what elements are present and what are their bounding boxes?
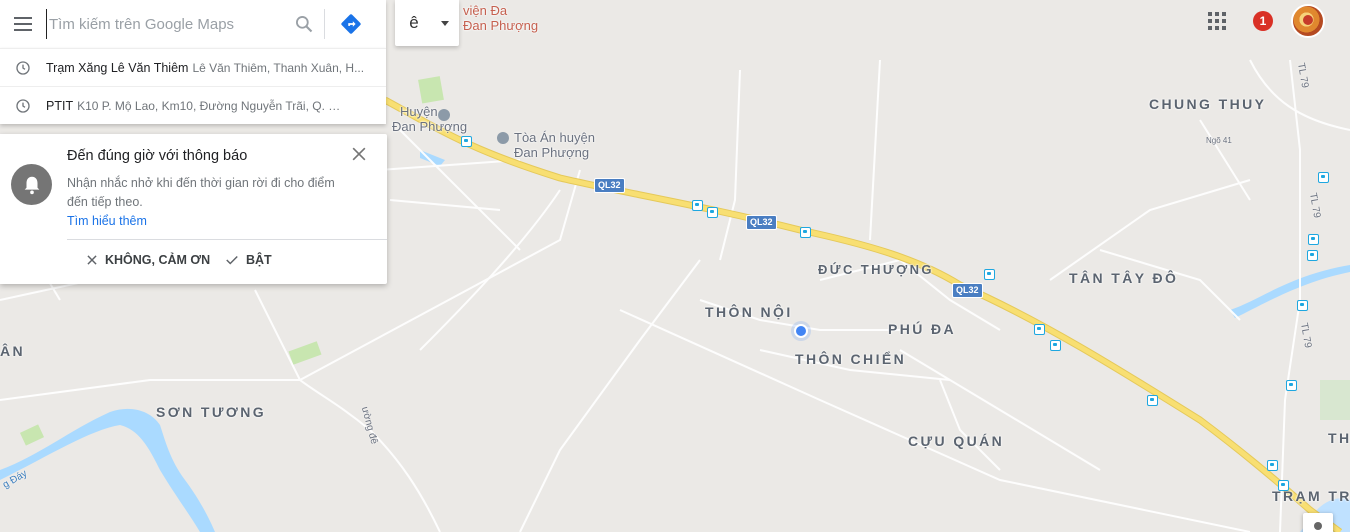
enable-button[interactable]: BẬT <box>224 253 272 267</box>
directions-button[interactable] <box>325 0 377 48</box>
road-shield-ql32: QL32 <box>746 215 777 230</box>
suggestion-sub-text: K10 P. Mộ Lao, Km10, Đường Nguyễn Trãi, … <box>77 98 348 113</box>
hamburger-icon <box>14 17 32 31</box>
apps-grid-icon[interactable] <box>1208 12 1226 30</box>
search-button[interactable] <box>284 0 324 48</box>
my-location-button[interactable] <box>1303 513 1333 532</box>
dismiss-button[interactable]: KHÔNG, CẢM ƠN <box>85 253 210 267</box>
directions-icon <box>341 14 361 34</box>
enable-label: BẬT <box>246 253 272 267</box>
poi-label-toa-an[interactable]: Tòa Án huyện Đan Phượng <box>514 130 595 160</box>
suggestion-main-text: Trạm Xăng Lê Văn Thiêm <box>46 60 189 75</box>
poi-label-thu-vien[interactable]: viện Đa Đan Phượng <box>463 3 538 33</box>
input-tools-label: ê <box>409 13 419 32</box>
area-label-edge-an: ÂN <box>0 343 26 359</box>
notification-divider <box>67 239 387 240</box>
menu-button[interactable] <box>0 0 46 48</box>
suggestion-sub-text: Lê Văn Thiêm, Thanh Xuân, H... <box>192 60 365 75</box>
area-label-cuu-quan: CỰU QUÁN <box>908 433 1005 449</box>
poi-toa-an-line2: Đan Phượng <box>514 145 590 160</box>
bus-stop-icon[interactable] <box>800 227 811 238</box>
search-suggestions: Trạm Xăng Lê Văn Thiêm Lê Văn Thiêm, Tha… <box>0 48 386 124</box>
bus-stop-icon[interactable] <box>1267 460 1278 471</box>
area-label-chung-thuy: CHUNG THUY <box>1149 96 1267 112</box>
bus-stop-icon[interactable] <box>1050 340 1061 351</box>
bus-stop-icon[interactable] <box>707 207 718 218</box>
area-label-edge-th: TH <box>1328 430 1350 446</box>
poi-huyen-line1: Huyện <box>400 104 438 119</box>
notification-title: Đến đúng giờ với thông báo <box>67 148 248 164</box>
area-label-duc-thuong: ĐỨC THƯỢNG <box>818 262 934 277</box>
search-icon <box>296 16 313 33</box>
search-input[interactable] <box>46 9 284 39</box>
bus-stop-icon[interactable] <box>1297 300 1308 311</box>
check-icon <box>226 255 238 265</box>
close-icon <box>352 147 366 161</box>
learn-more-link[interactable]: Tìm hiểu thêm <box>67 214 147 228</box>
bus-stop-icon[interactable] <box>1034 324 1045 335</box>
area-label-son-tuong: SƠN TƯƠNG <box>156 404 266 420</box>
notification-promo-card: Đến đúng giờ với thông báo Nhận nhắc nhở… <box>0 134 387 284</box>
area-label-tan-tay-do: TÂN TÂY ĐÔ <box>1069 270 1179 286</box>
poi-label-huyen[interactable]: Huyện Đan Phượng <box>392 104 467 134</box>
bell-icon <box>11 164 52 205</box>
bus-stop-icon[interactable] <box>984 269 995 280</box>
road-shield-ql32: QL32 <box>952 283 983 298</box>
suggestion-item[interactable]: Trạm Xăng Lê Văn Thiêm Lê Văn Thiêm, Tha… <box>0 48 386 86</box>
suggestion-main-text: PTIT <box>46 98 74 113</box>
search-bar <box>0 0 386 48</box>
bus-stop-icon[interactable] <box>1308 234 1319 245</box>
history-icon <box>0 60 46 76</box>
chevron-down-icon <box>441 20 449 26</box>
bus-stop-icon[interactable] <box>1286 380 1297 391</box>
notification-body: Nhận nhắc nhở khi đến thời gian rời đi c… <box>67 176 335 209</box>
area-label-phu-da: PHÚ ĐA <box>888 321 957 337</box>
area-label-thon-noi: THÔN NỘI <box>705 304 793 320</box>
bus-stop-icon[interactable] <box>1307 250 1318 261</box>
poi-toa-an-line1: Tòa Án huyện <box>514 130 595 145</box>
bus-stop-icon[interactable] <box>461 136 472 147</box>
input-tools-button[interactable]: ê <box>395 0 459 46</box>
current-location-dot <box>794 324 808 338</box>
notifications-badge[interactable]: 1 <box>1253 11 1273 31</box>
area-label-thon-chien: THÔN CHIỂN <box>795 351 907 367</box>
road-shield-ql32: QL32 <box>594 178 625 193</box>
poi-huyen-line2: Đan Phượng <box>392 119 468 134</box>
history-icon <box>0 98 46 114</box>
avatar[interactable] <box>1291 4 1325 38</box>
close-button[interactable] <box>349 144 369 164</box>
road-label-ngo41: Ngõ 41 <box>1206 136 1232 145</box>
dismiss-label: KHÔNG, CẢM ƠN <box>105 253 211 267</box>
poi-thu-vien-line2: Đan Phượng <box>463 18 539 33</box>
suggestion-item[interactable]: PTIT K10 P. Mộ Lao, Km10, Đường Nguyễn T… <box>0 86 386 124</box>
poi-thu-vien-line1: viện Đa <box>463 3 508 18</box>
toa-an-poi-icon <box>497 132 509 144</box>
close-icon <box>87 255 97 265</box>
bus-stop-icon[interactable] <box>692 200 703 211</box>
bus-stop-icon[interactable] <box>1278 480 1289 491</box>
bus-stop-icon[interactable] <box>1318 172 1329 183</box>
bus-stop-icon[interactable] <box>1147 395 1158 406</box>
